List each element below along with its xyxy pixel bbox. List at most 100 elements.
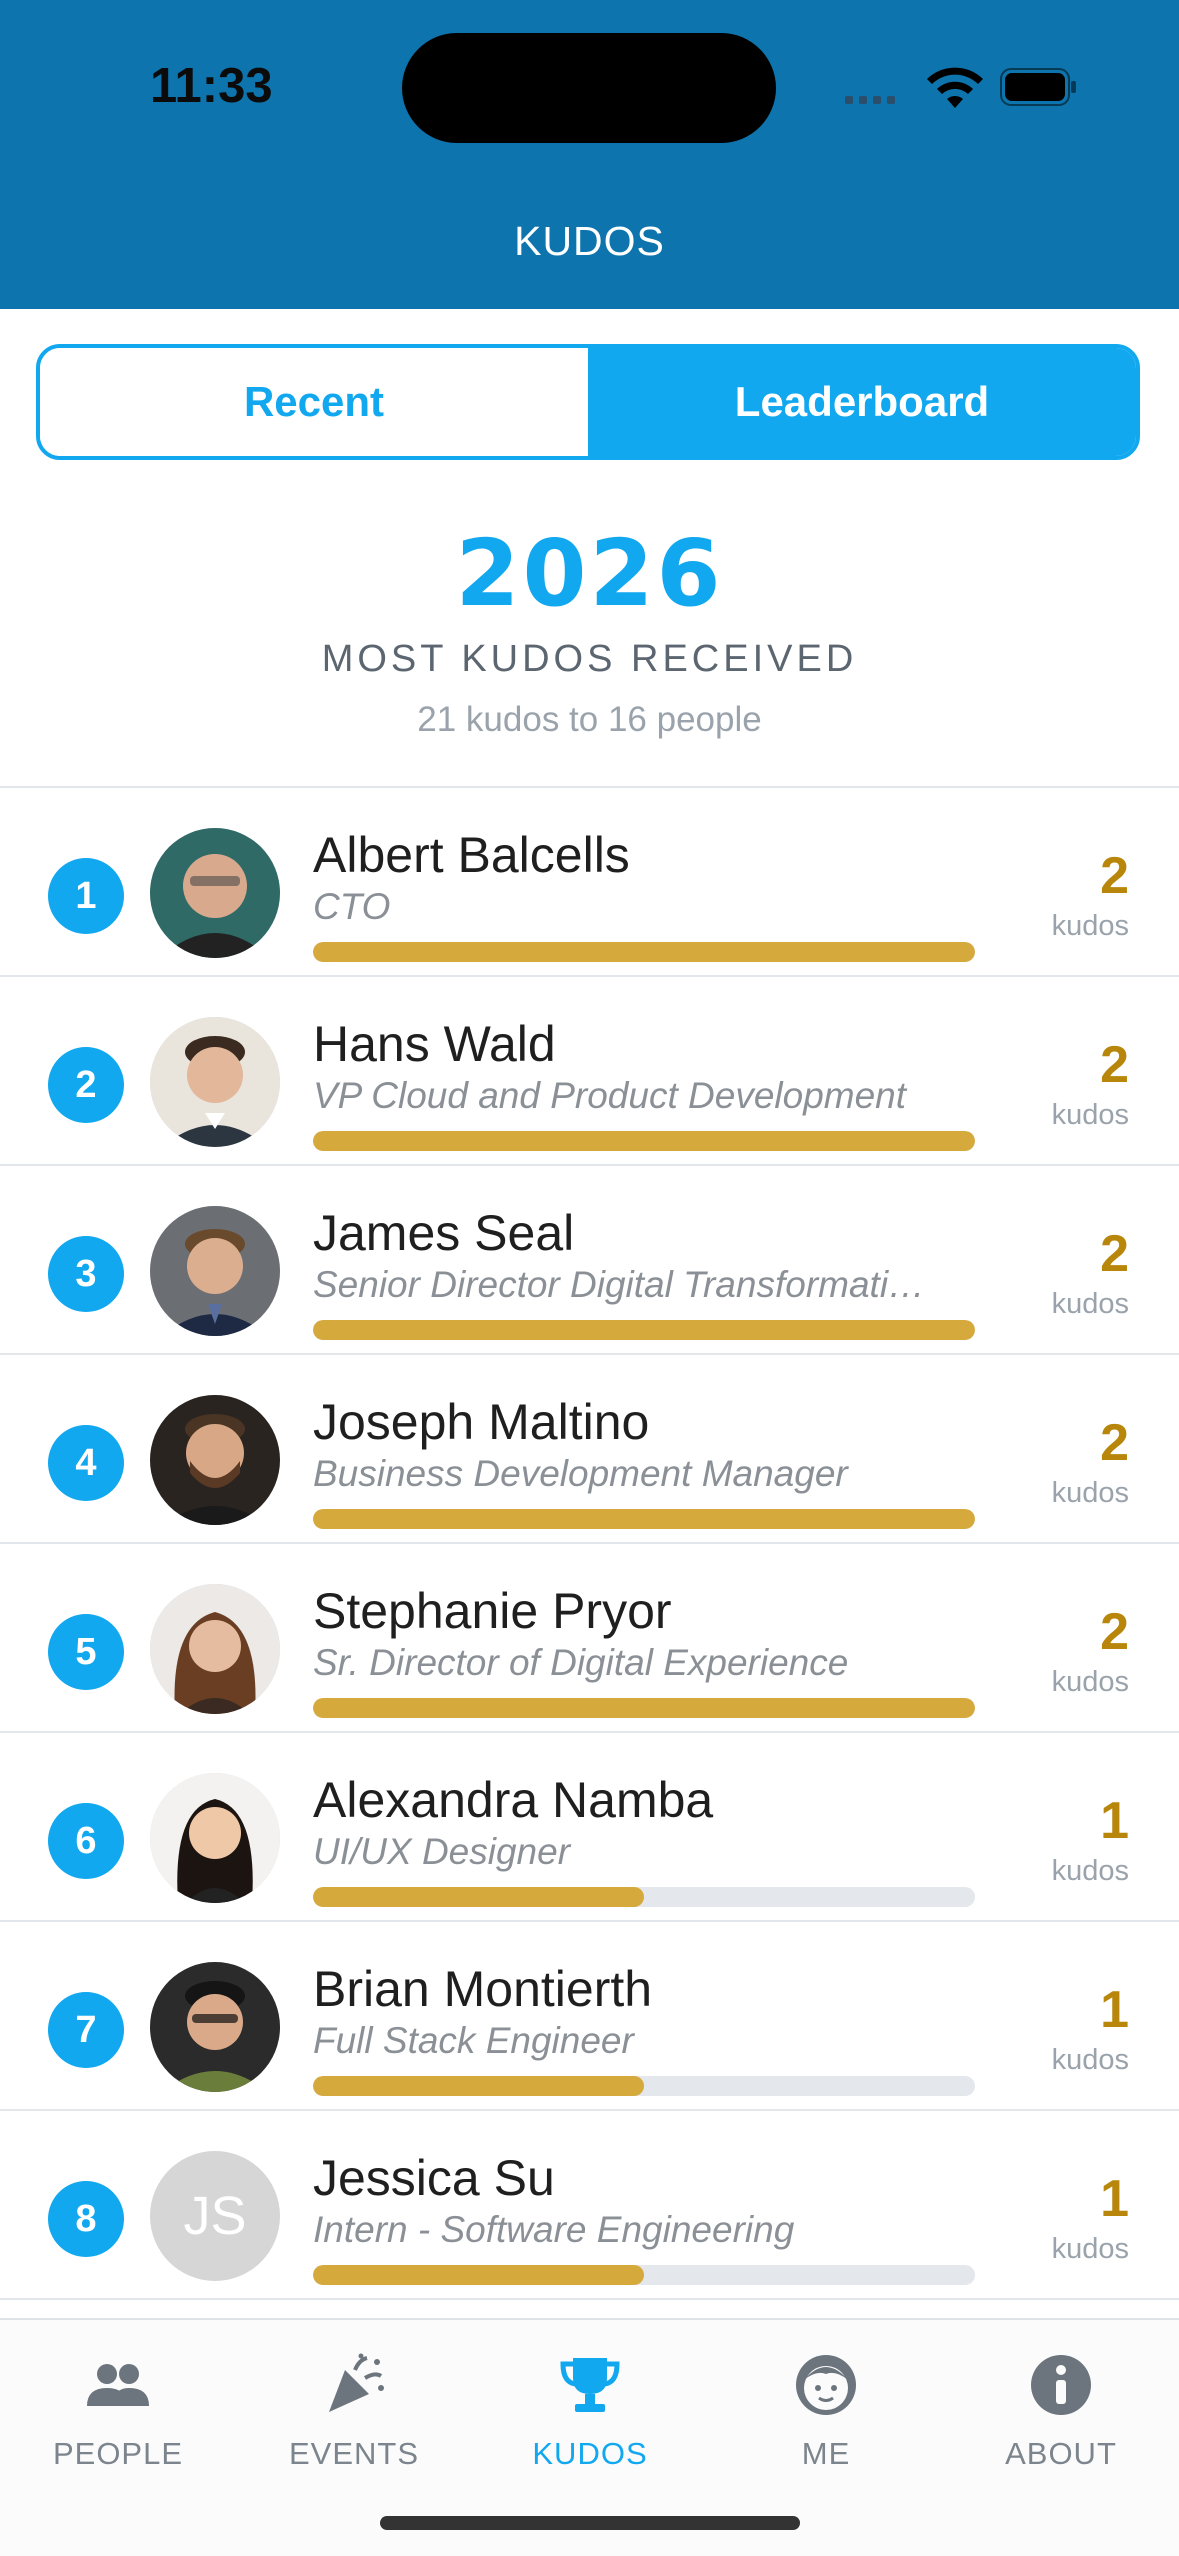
kudos-progress-bar — [313, 1887, 975, 1907]
rank-badge: 1 — [48, 858, 124, 934]
avatar — [150, 1395, 280, 1525]
leaderboard-row[interactable]: 4 Joseph Maltino Business Development Ma… — [0, 1355, 1179, 1544]
kudos-progress-bar — [313, 1698, 975, 1718]
avatar — [150, 1773, 280, 1903]
tab-me[interactable]: ME — [708, 2350, 944, 2472]
kudos-count-label: kudos — [1051, 1666, 1129, 1698]
kudos-count: 2 — [1100, 1036, 1129, 1094]
avatar — [150, 828, 280, 958]
tab-label: ABOUT — [1005, 2436, 1117, 2471]
rank-badge: 6 — [48, 1803, 124, 1879]
person-title: VP Cloud and Product Development — [313, 1075, 907, 1116]
avatar — [150, 1962, 280, 2092]
kudos-count: 1 — [1100, 1981, 1129, 2039]
kudos-progress-bar — [313, 2265, 975, 2285]
tab-label: KUDOS — [532, 2436, 648, 2471]
kudos-count-label: kudos — [1051, 1477, 1129, 1509]
kudos-progress-fill — [313, 1887, 644, 1907]
leaderboard-row[interactable]: 2 Hans Wald VP Cloud and Product Develop… — [0, 977, 1179, 1166]
kudos-count: 2 — [1100, 1414, 1129, 1472]
dynamic-island — [402, 33, 776, 143]
wifi-icon — [927, 67, 983, 108]
kudos-count-label: kudos — [1051, 1288, 1129, 1320]
rank-badge: 4 — [48, 1425, 124, 1501]
app-header: 11:33 KUDOS — [0, 0, 1179, 309]
leaderboard-row[interactable]: 5 Stephanie Pryor Sr. Director of Digita… — [0, 1544, 1179, 1733]
kudos-progress-bar — [313, 942, 975, 962]
tab-label: ME — [801, 2436, 851, 2471]
leaderboard-list: 1 Albert Balcells CTO 2 kudos 2 Hans Wal… — [0, 788, 1179, 2300]
people-icon — [87, 2364, 149, 2406]
segment-recent[interactable]: Recent — [40, 348, 588, 456]
person-title: Business Development Manager — [313, 1453, 848, 1494]
leaderboard-row[interactable]: 1 Albert Balcells CTO 2 kudos — [0, 788, 1179, 977]
person-name: Stephanie Pryor — [313, 1583, 672, 1639]
leaderboard-subtitle: MOST KUDOS RECEIVED — [321, 638, 858, 680]
tab-events[interactable]: EVENTS — [236, 2350, 472, 2472]
kudos-count: 2 — [1100, 847, 1129, 905]
kudos-progress-bar — [313, 2076, 975, 2096]
leaderboard-row[interactable]: 7 Brian Montierth Full Stack Engineer 1 … — [0, 1922, 1179, 2111]
kudos-progress-bar — [313, 1131, 975, 1151]
kudos-progress-bar — [313, 1509, 975, 1529]
person-title: Intern - Software Engineering — [313, 2209, 795, 2250]
kudos-count-label: kudos — [1051, 2233, 1129, 2265]
leaderboard-row[interactable]: 6 Alexandra Namba UI/UX Designer 1 kudos — [0, 1733, 1179, 1922]
kudos-progress-fill — [313, 1320, 975, 1340]
person-title: UI/UX Designer — [313, 1831, 571, 1872]
cellular-signal-icon — [845, 96, 905, 104]
year-heading: 2026 — [455, 520, 724, 627]
person-name: Joseph Maltino — [313, 1394, 650, 1450]
rank-badge: 2 — [48, 1047, 124, 1123]
party-popper-icon — [329, 2353, 384, 2412]
kudos-progress-fill — [313, 942, 975, 962]
trophy-icon — [560, 2358, 620, 2412]
battery-icon — [1000, 68, 1076, 106]
kudos-summary: 21 kudos to 16 people — [417, 700, 762, 739]
avatar — [150, 1206, 280, 1336]
avatar-initials: JS — [150, 2151, 280, 2281]
person-name: Hans Wald — [313, 1016, 556, 1072]
kudos-count: 2 — [1100, 1603, 1129, 1661]
leaderboard-row[interactable]: 8 JS Jessica Su Intern - Software Engine… — [0, 2111, 1179, 2300]
person-title: Senior Director Digital Transformati… — [313, 1264, 926, 1305]
face-icon — [796, 2355, 856, 2415]
kudos-count-label: kudos — [1051, 1855, 1129, 1887]
person-name: James Seal — [313, 1205, 575, 1261]
kudos-progress-fill — [313, 1509, 975, 1529]
tab-label: EVENTS — [288, 2436, 420, 2471]
rank-badge: 8 — [48, 2181, 124, 2257]
kudos-count: 1 — [1100, 2170, 1129, 2228]
kudos-count-label: kudos — [1051, 910, 1129, 942]
info-icon — [1031, 2355, 1091, 2415]
kudos-count-label: kudos — [1051, 2044, 1129, 2076]
person-title: Full Stack Engineer — [313, 2020, 634, 2061]
segment-leaderboard[interactable]: Leaderboard — [588, 348, 1136, 456]
status-icons — [845, 62, 1085, 112]
kudos-count-label: kudos — [1051, 1099, 1129, 1131]
person-name: Jessica Su — [313, 2150, 555, 2206]
view-segmented-control: Recent Leaderboard — [36, 344, 1140, 460]
kudos-progress-fill — [313, 1698, 975, 1718]
person-title: CTO — [313, 886, 391, 927]
kudos-progress-fill — [313, 2265, 644, 2285]
person-name: Alexandra Namba — [313, 1772, 714, 1828]
tab-people[interactable]: PEOPLE — [0, 2350, 236, 2472]
kudos-count: 2 — [1100, 1225, 1129, 1283]
kudos-count: 1 — [1100, 1792, 1129, 1850]
kudos-progress-bar — [313, 1320, 975, 1340]
person-name: Albert Balcells — [313, 827, 630, 883]
home-indicator — [380, 2516, 800, 2530]
status-time: 11:33 — [150, 59, 273, 113]
page-title: KUDOS — [514, 218, 665, 264]
avatar — [150, 1017, 280, 1147]
tab-label: PEOPLE — [52, 2436, 184, 2471]
person-title: Sr. Director of Digital Experience — [313, 1642, 849, 1683]
kudos-progress-fill — [313, 2076, 644, 2096]
tab-about[interactable]: ABOUT — [943, 2350, 1179, 2472]
tab-kudos[interactable]: KUDOS — [472, 2350, 708, 2472]
avatar — [150, 1584, 280, 1714]
leaderboard-row[interactable]: 3 James Seal Senior Director Digital Tra… — [0, 1166, 1179, 1355]
rank-badge: 3 — [48, 1236, 124, 1312]
person-name: Brian Montierth — [313, 1961, 653, 2017]
